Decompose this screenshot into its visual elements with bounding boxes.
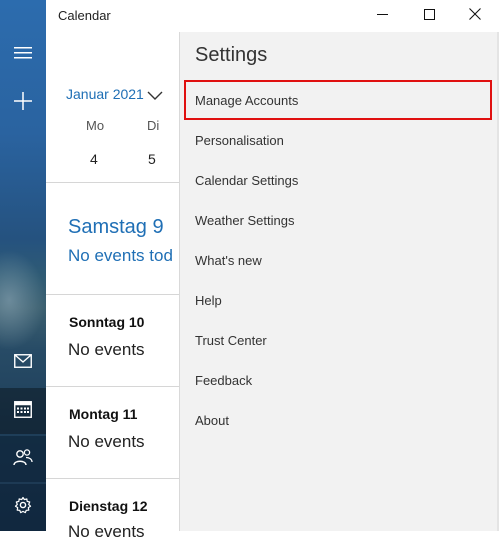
settings-item-weather-settings[interactable]: Weather Settings xyxy=(195,213,294,228)
settings-item-calendar-settings[interactable]: Calendar Settings xyxy=(195,173,298,188)
settings-item-feedback[interactable]: Feedback xyxy=(195,373,252,388)
minimize-button[interactable] xyxy=(359,0,405,32)
hamburger-menu-button[interactable] xyxy=(0,32,46,78)
agenda-day-title[interactable]: Sonntag 10 xyxy=(69,314,144,330)
divider xyxy=(46,478,179,479)
settings-button[interactable] xyxy=(0,484,46,531)
highlight-box xyxy=(184,80,492,120)
people-icon xyxy=(13,448,33,471)
agenda-day-title[interactable]: Montag 11 xyxy=(69,406,137,422)
weekday-label: Mo xyxy=(86,118,105,133)
chevron-down-icon[interactable] xyxy=(146,86,164,104)
close-icon xyxy=(469,7,481,25)
calendar-icon xyxy=(14,400,32,423)
agenda-day-events: No events xyxy=(68,340,145,359)
month-label: Januar 2021 xyxy=(66,86,144,102)
agenda-day-title[interactable]: Samstag 9 xyxy=(68,216,164,239)
divider xyxy=(46,182,179,183)
month-selector[interactable]: Januar 2021 xyxy=(66,86,144,102)
maximize-icon xyxy=(423,7,435,25)
people-button[interactable] xyxy=(0,436,46,482)
day-number[interactable]: 4 xyxy=(90,151,98,167)
divider xyxy=(46,294,179,295)
close-button[interactable] xyxy=(452,0,498,32)
settings-item-personalisation[interactable]: Personalisation xyxy=(195,133,284,148)
maximize-button[interactable] xyxy=(406,0,452,32)
agenda-day-events: No events tod xyxy=(68,246,173,265)
settings-item-help[interactable]: Help xyxy=(195,293,222,308)
calendar-pane xyxy=(46,32,179,531)
weekday-label: Di xyxy=(147,118,160,133)
settings-item-whats-new[interactable]: What's new xyxy=(195,253,262,268)
settings-item-trust-center[interactable]: Trust Center xyxy=(195,333,267,348)
hamburger-icon xyxy=(14,46,32,65)
plus-icon xyxy=(14,91,32,115)
divider xyxy=(46,386,179,387)
day-number[interactable]: 5 xyxy=(148,151,156,167)
calendar-button[interactable] xyxy=(0,388,46,434)
gear-icon xyxy=(14,496,32,519)
agenda-day-events: No events xyxy=(68,522,145,541)
settings-title: Settings xyxy=(195,44,268,66)
agenda-day-events: No events xyxy=(68,432,145,451)
nav-rail xyxy=(0,0,46,531)
window-title: Calendar xyxy=(58,8,111,23)
agenda-day-title[interactable]: Dienstag 12 xyxy=(69,498,148,514)
mail-icon xyxy=(14,353,32,373)
mail-button[interactable] xyxy=(0,340,46,386)
new-event-button[interactable] xyxy=(0,80,46,126)
settings-item-about[interactable]: About xyxy=(195,413,229,428)
minimize-icon xyxy=(376,7,388,25)
